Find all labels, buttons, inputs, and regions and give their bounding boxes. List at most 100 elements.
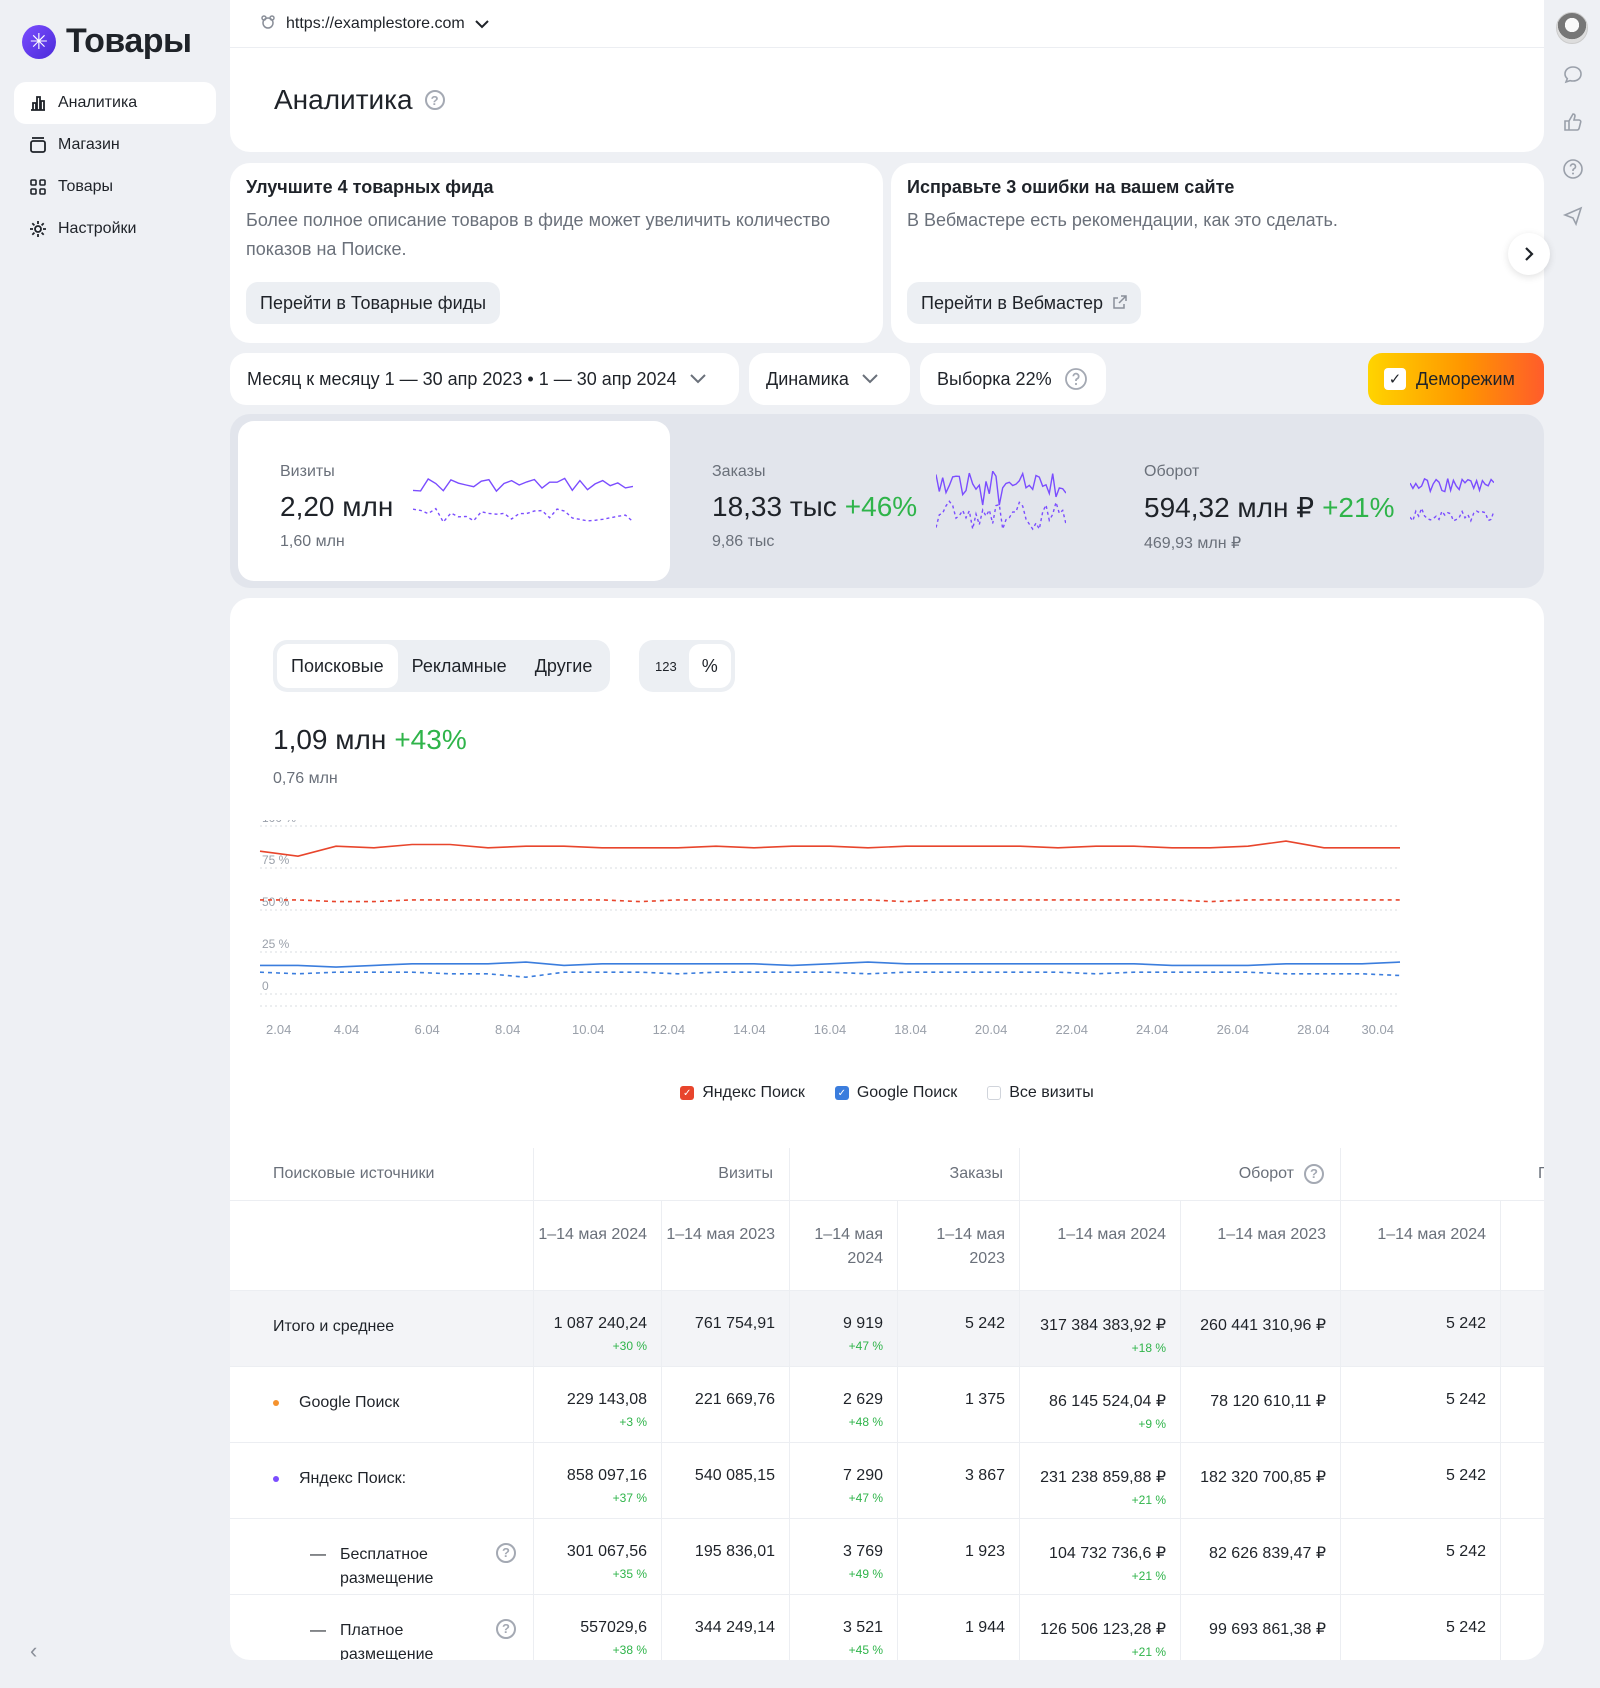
sidebar-item-settings[interactable]: Настройки (14, 208, 216, 250)
column-divider (661, 1519, 662, 1594)
sample-value: Выборка 22% (937, 369, 1052, 390)
app-logo[interactable]: ✳ Товары (22, 22, 192, 61)
kpi-orders[interactable]: Заказы 18,33 тыс+46% 9,86 тыс (670, 421, 1102, 581)
column-divider (897, 1367, 898, 1442)
kpi-prev: 9,86 тыс (712, 533, 774, 551)
source-dot (273, 1476, 279, 1482)
help-icon[interactable]: ? (496, 1619, 516, 1639)
table-row[interactable]: Яндекс Поиск:858 097,16+37 %540 085,157 … (230, 1442, 1544, 1518)
period-select[interactable]: Месяц к месяцу 1 — 30 апр 2023 • 1 — 30 … (230, 353, 739, 405)
source-name-text: Google Поиск (299, 1394, 399, 1411)
column-divider (1500, 1443, 1501, 1518)
column-divider (1019, 1367, 1020, 1442)
column-divider (1180, 1519, 1181, 1594)
cell-value: 761 754,91 (695, 1315, 775, 1332)
table-row[interactable]: Итого и среднее1 087 240,24+30 %761 754,… (230, 1290, 1544, 1366)
demo-mode-toggle[interactable]: ✓ Деморежим (1368, 353, 1544, 405)
sidebar-item-products[interactable]: Товары (14, 166, 216, 208)
table-cell: 557029,6+38 % (533, 1595, 661, 1660)
column-divider (1340, 1443, 1341, 1518)
go-webmaster-button[interactable]: Перейти в Вебмастер (907, 282, 1141, 324)
column-header-label: Визиты (718, 1165, 773, 1182)
table-cell: 86 145 524,04 ₽+9 % (1019, 1367, 1180, 1442)
period-label: 1–14 мая 2024 (1057, 1226, 1166, 1243)
column-divider (1180, 1367, 1181, 1442)
collapse-sidebar-icon[interactable]: ‹ (30, 1638, 50, 1658)
tab-search[interactable]: Поисковые (277, 644, 398, 688)
column-divider (1019, 1595, 1020, 1660)
go-feeds-button[interactable]: Перейти в Товарные фиды (246, 282, 500, 324)
tab-other[interactable]: Другие (521, 644, 607, 688)
cell-delta: +21 % (1019, 1645, 1166, 1659)
y-tick-label: 0 (262, 979, 269, 993)
sample-selector[interactable]: Выборка 22% (920, 353, 1106, 405)
summary-value-text: 1,09 млн (273, 724, 386, 755)
site-selector[interactable]: https://examplestore.com (260, 12, 489, 36)
table-cell: 301 067,56+35 % (533, 1519, 661, 1594)
x-tick-label: 14.04 (733, 1022, 766, 1037)
legend-item-google[interactable]: ✓ Google Поиск (835, 1084, 957, 1102)
sidebar-item-analytics[interactable]: Аналитика (14, 82, 216, 124)
legend-label: Все визиты (1009, 1084, 1094, 1102)
cell-delta: +49 % (789, 1567, 883, 1581)
cell-value: 5 242 (1446, 1391, 1486, 1408)
cell-value: 557029,6 (580, 1619, 647, 1636)
summary-value: 1,09 млн+43% (273, 724, 467, 756)
sidebar-item-label: Магазин (58, 136, 120, 154)
column-divider (1180, 1443, 1181, 1518)
next-rec-button[interactable] (1508, 233, 1550, 275)
sparkline-series (413, 509, 633, 522)
mode-select[interactable]: Динамика (749, 353, 910, 405)
help-icon[interactable] (1558, 154, 1588, 184)
kpi-prev: 469,93 млн ₽ (1144, 533, 1241, 553)
x-tick-label: 24.04 (1136, 1022, 1169, 1037)
thumbs-up-icon[interactable] (1558, 107, 1588, 137)
chat-icon[interactable] (1558, 60, 1588, 90)
source-name: Google Поиск (230, 1367, 533, 1442)
table-row[interactable]: —Бесплатное размещение?301 067,56+35 %19… (230, 1518, 1544, 1594)
send-icon[interactable] (1558, 201, 1588, 231)
cell-value: 3 867 (965, 1467, 1005, 1484)
cell-delta: +3 % (533, 1415, 647, 1429)
help-icon[interactable] (1064, 367, 1088, 391)
store-icon (28, 135, 48, 155)
table-row[interactable]: Google Поиск229 143,08+3 %221 669,762 62… (230, 1366, 1544, 1442)
cell-value: 5 242 (1446, 1467, 1486, 1484)
cell-value: 1 087 240,24 (554, 1315, 647, 1332)
sidebar-item-store[interactable]: Магазин (14, 124, 216, 166)
help-icon[interactable]: ? (496, 1543, 516, 1563)
rec-text: В Вебмастере есть рекомендации, как это … (907, 206, 1528, 235)
chevron-right-icon (1523, 246, 1535, 262)
checkmark-icon: ✓ (1384, 368, 1406, 390)
tab-absolute[interactable]: 123 (643, 644, 689, 688)
tab-ads[interactable]: Рекламные (398, 644, 521, 688)
table-cell: 9 919+47 % (789, 1291, 897, 1366)
cell-value: 858 097,16 (567, 1467, 647, 1484)
x-tick-label: 12.04 (653, 1022, 686, 1037)
button-label: Перейти в Товарные фиды (260, 293, 486, 314)
column-header: Покуп (1340, 1148, 1544, 1200)
x-tick-label: 26.04 (1217, 1022, 1250, 1037)
kpi-visits[interactable]: Визиты 2,20 млн 1,60 млн (238, 421, 670, 581)
legend-item-all-visits[interactable]: Все визиты (987, 1084, 1094, 1102)
table-cell: 5 242 (1340, 1443, 1500, 1518)
kpi-revenue[interactable]: Оборот 594,32 млн ₽+21% 469,93 млн ₽ (1102, 421, 1534, 581)
tab-percent[interactable]: % (689, 644, 731, 688)
table-cell: 1 087 240,24 +30 % (533, 1291, 661, 1366)
sidebar-nav: Аналитика Магазин Товары Настройки (14, 82, 216, 250)
period-label: 1–14 мая 2024 (538, 1226, 647, 1243)
column-divider (1340, 1519, 1341, 1594)
source-name: —Бесплатное размещение? (230, 1519, 533, 1594)
help-icon[interactable]: ? (425, 90, 445, 110)
bar-chart-icon (28, 93, 48, 113)
kpi-panel: Визиты 2,20 млн 1,60 млн Заказы 18,33 ты… (230, 414, 1544, 588)
table-cell: 540 085,15 (661, 1443, 789, 1518)
legend-item-yandex[interactable]: ✓ Яндекс Поиск (680, 1084, 805, 1102)
kpi-label: Заказы (712, 463, 765, 481)
table-row[interactable]: —Платное размещение?557029,6+38 %344 249… (230, 1594, 1544, 1660)
column-divider (1019, 1148, 1020, 1200)
avatar[interactable] (1556, 12, 1588, 44)
period-label: 1–14 мая 2024 (1377, 1226, 1486, 1243)
help-icon[interactable]: ? (1304, 1164, 1324, 1184)
cell-delta: +30 % (533, 1339, 647, 1353)
